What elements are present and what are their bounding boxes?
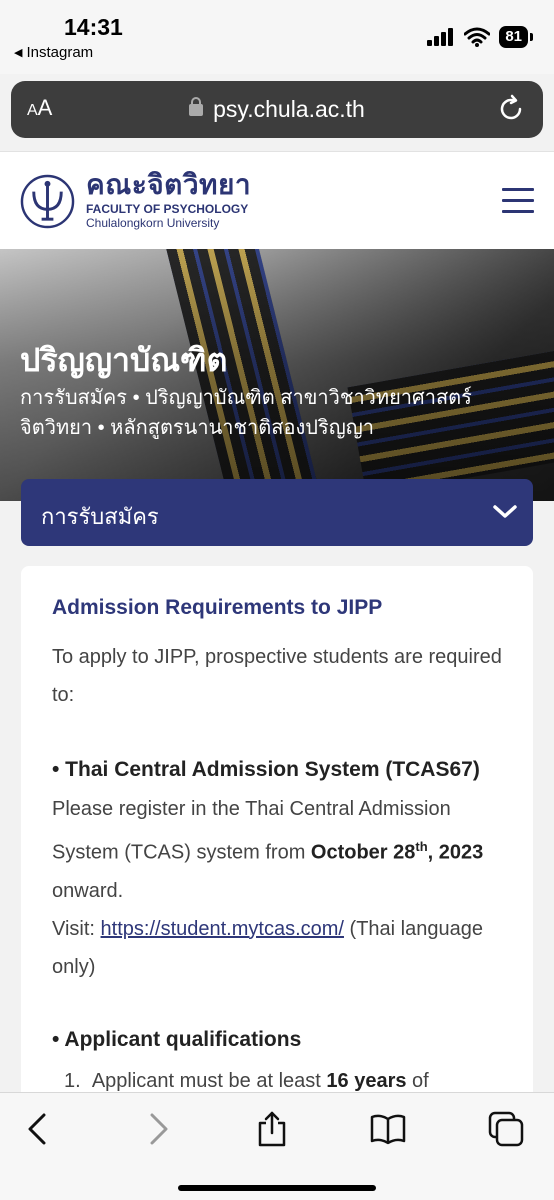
battery-indicator: 81 <box>499 26 533 48</box>
back-triangle-icon: ◀ <box>14 47 23 59</box>
site-logo-text[interactable]: คณะจิตวิทยา FACULTY OF PSYCHOLOGY Chulal… <box>86 169 252 231</box>
back-icon[interactable] <box>20 1111 56 1147</box>
visit-label: Visit: <box>52 917 101 940</box>
hamburger-icon[interactable] <box>502 188 534 214</box>
tcas-link[interactable]: https://student.mytcas.com/ <box>101 918 344 940</box>
chevron-down-icon <box>493 505 517 518</box>
tcas-paragraph: Please register in the Thai Central Admi… <box>52 790 512 986</box>
hero-banner: ปริญญาบัณฑิต การรับสมัคร • ปริญญาบัณฑิต … <box>0 249 554 501</box>
clock: 14:31 <box>64 14 123 40</box>
psychology-logo-icon[interactable] <box>20 174 75 229</box>
bookmarks-icon[interactable] <box>370 1111 406 1147</box>
qualifications-heading: • Applicant qualifications <box>52 1028 302 1051</box>
qualification-tail: of <box>406 1070 429 1092</box>
home-indicator[interactable] <box>178 1185 376 1191</box>
breadcrumb: การรับสมัคร • ปริญญาบัณฑิต สาขาวิชาวิทยา… <box>20 387 472 439</box>
tcas-heading: • Thai Central Admission System (TCAS67) <box>52 758 480 781</box>
tcas-date-sup: th <box>415 839 428 854</box>
page-title: ปริญญาบัณฑิต <box>20 342 228 378</box>
content-card: Admission Requirements to JIPP To apply … <box>21 566 533 1106</box>
wifi-icon <box>464 27 491 47</box>
tabs-icon[interactable] <box>488 1111 524 1147</box>
back-app-label: Instagram <box>26 44 94 61</box>
logo-faculty: FACULTY OF PSYCHOLOGY <box>86 202 249 216</box>
address-bar[interactable]: AA psy.chula.ac.th <box>11 81 543 138</box>
forward-icon[interactable] <box>140 1111 176 1147</box>
section-dropdown[interactable]: การรับสมัคร <box>21 479 533 546</box>
logo-university: Chulalongkorn University <box>86 216 220 230</box>
qualification-number: 1. <box>64 1070 81 1092</box>
signal-icon <box>427 28 454 46</box>
tcas-date-year: , 2023 <box>427 841 484 864</box>
status-bar: 14:31 ◀ Instagram 81 <box>0 0 554 74</box>
qualification-text: Applicant must be at least <box>91 1070 327 1092</box>
share-icon[interactable] <box>254 1111 290 1147</box>
tcas-text-2: onward. <box>52 879 124 902</box>
browser-toolbar <box>0 1092 554 1200</box>
url-text: psy.chula.ac.th <box>213 96 365 122</box>
logo-thai: คณะจิตวิทยา <box>86 169 252 200</box>
reload-icon[interactable] <box>495 93 527 125</box>
back-to-app-link[interactable]: ◀ Instagram <box>14 44 93 61</box>
dropdown-selected-label: การรับสมัคร <box>41 504 159 529</box>
qualification-bold: 16 years <box>326 1070 407 1092</box>
section-heading: Admission Requirements to JIPP <box>52 596 383 619</box>
status-icons: 81 <box>427 26 533 48</box>
site-header: คณะจิตวิทยา FACULTY OF PSYCHOLOGY Chulal… <box>0 151 554 249</box>
lock-icon <box>189 97 204 116</box>
intro-paragraph: To apply to JIPP, prospective students a… <box>52 646 502 706</box>
tcas-date-month: October 28 <box>310 841 416 864</box>
url-display[interactable]: psy.chula.ac.th <box>11 96 543 123</box>
